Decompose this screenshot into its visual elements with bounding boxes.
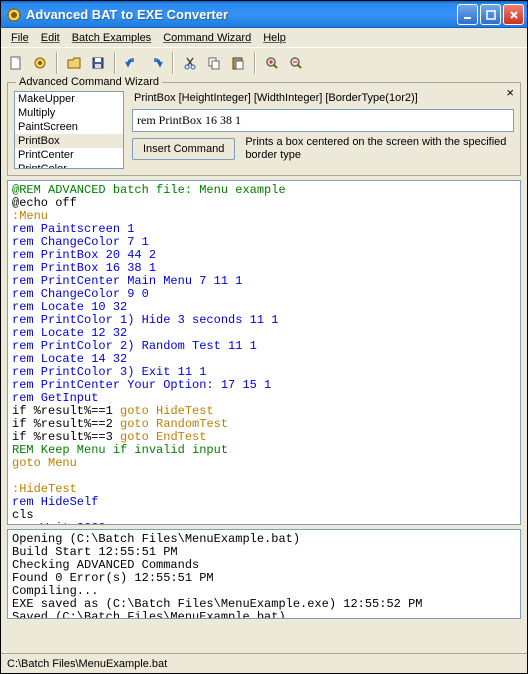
undo-button[interactable] [121,52,143,74]
menu-file[interactable]: File [5,30,35,46]
window-title: Advanced BAT to EXE Converter [26,7,457,22]
wizard-legend: Advanced Command Wizard [16,76,162,88]
build-button[interactable] [29,52,51,74]
list-item[interactable]: PaintScreen [15,120,123,134]
command-description: Prints a box centered on the screen with… [245,136,514,161]
close-wizard-button[interactable]: × [506,85,514,100]
list-item[interactable]: PrintColor [15,162,123,169]
minimize-button[interactable] [457,4,478,25]
new-button[interactable] [5,52,27,74]
close-button[interactable] [503,4,524,25]
copy-button[interactable] [203,52,225,74]
command-wizard-group: Advanced Command Wizard × MakeUpper Mult… [7,82,521,176]
separator [114,52,116,74]
menu-edit[interactable]: Edit [35,30,66,46]
list-item[interactable]: PrintCenter [15,148,123,162]
command-input[interactable] [132,109,514,132]
syntax-label: PrintBox [HeightInteger] [WidthInteger] … [132,91,514,105]
menu-batch-examples[interactable]: Batch Examples [66,30,157,46]
separator [254,52,256,74]
zoom-in-button[interactable] [261,52,283,74]
open-button[interactable] [63,52,85,74]
insert-command-button[interactable]: Insert Command [132,138,235,160]
save-button[interactable] [87,52,109,74]
wizard-detail: PrintBox [HeightInteger] [WidthInteger] … [132,91,514,169]
redo-button[interactable] [145,52,167,74]
toolbar [1,48,527,78]
list-item[interactable]: MakeUpper [15,92,123,106]
menu-command-wizard[interactable]: Command Wizard [157,30,257,46]
list-item-selected[interactable]: PrintBox [15,134,123,148]
main-window: Advanced BAT to EXE Converter File Edit … [0,0,528,674]
code-editor[interactable]: @REM ADVANCED batch file: Menu example@e… [7,180,521,525]
list-item[interactable]: Multiply [15,106,123,120]
app-icon [6,7,22,23]
separator [172,52,174,74]
separator [56,52,58,74]
window-buttons [457,4,524,25]
menu-help[interactable]: Help [257,30,292,46]
paste-button[interactable] [227,52,249,74]
menubar: File Edit Batch Examples Command Wizard … [1,28,527,48]
zoom-out-button[interactable] [285,52,307,74]
maximize-button[interactable] [480,4,501,25]
cut-button[interactable] [179,52,201,74]
build-log[interactable]: Opening (C:\Batch Files\MenuExample.bat)… [7,529,521,619]
titlebar[interactable]: Advanced BAT to EXE Converter [1,1,527,28]
statusbar: C:\Batch Files\MenuExample.bat [1,653,527,673]
command-list[interactable]: MakeUpper Multiply PaintScreen PrintBox … [14,91,124,169]
status-path: C:\Batch Files\MenuExample.bat [7,658,167,670]
